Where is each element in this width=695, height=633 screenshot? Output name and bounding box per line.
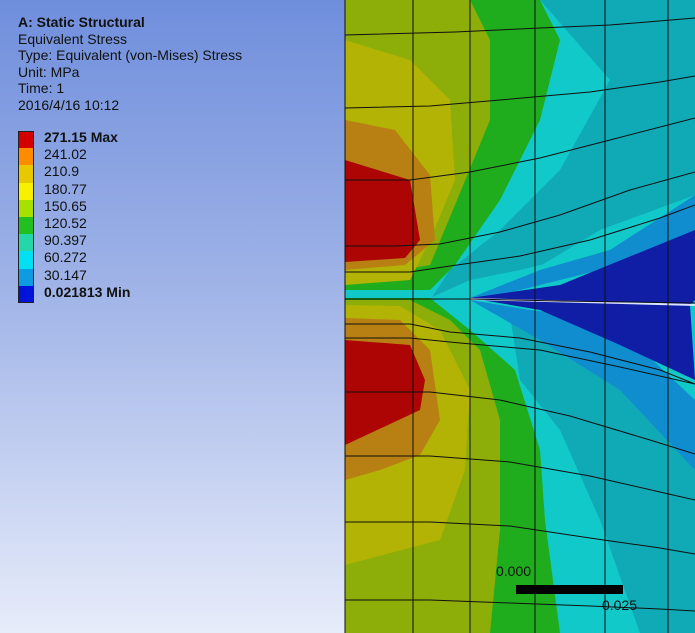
legend-row: 241.02: [18, 146, 87, 166]
legend-value-label: 210.9: [44, 163, 80, 180]
scale-end-label: 0.025: [602, 597, 638, 613]
result-unit: Unit: MPa: [18, 63, 80, 80]
legend-color-swatch: [18, 148, 34, 166]
legend-color-swatch: [18, 268, 34, 286]
legend-value-label: 30.147: [44, 266, 87, 283]
legend-color-swatch: [18, 131, 34, 149]
legend-row: 210.9: [18, 163, 79, 183]
legend-value-label: 180.77: [44, 180, 87, 197]
legend-value-label: 241.02: [44, 146, 87, 163]
legend-value-label: 271.15 Max: [44, 129, 118, 145]
graphics-viewport[interactable]: A: Static Structural Equivalent Stress T…: [0, 0, 695, 633]
analysis-title: A: Static Structural: [18, 14, 145, 30]
legend-color-swatch: [18, 216, 34, 235]
legend-row: 180.77: [18, 181, 87, 200]
contour-legend[interactable]: 271.15 Max 241.02 210.9 180.77 150.65 120.52 9…: [18, 129, 130, 303]
result-time: Time: 1: [18, 80, 65, 96]
result-name: Equivalent Stress: [18, 30, 127, 47]
result-date: 2016/4/16 10:12: [18, 96, 120, 113]
scale-start-label: 0.000: [496, 563, 532, 579]
legend-color-swatch: [18, 285, 34, 303]
scale-bar-filled: [516, 585, 623, 594]
legend-value-label: 90.397: [44, 232, 87, 249]
legend-color-swatch: [18, 165, 34, 183]
result-type: Type: Equivalent (von-Mises) Stress: [18, 47, 243, 63]
legend-row: 30.147: [18, 267, 87, 286]
legend-value-label: 120.52: [44, 214, 87, 231]
legend-value-label: 60.272: [44, 249, 87, 266]
legend-row: 150.65: [18, 198, 87, 217]
legend-row: 0.021813 Min: [18, 284, 130, 303]
legend-value-label: 150.65: [44, 197, 87, 214]
legend-color-swatch: [18, 182, 34, 200]
legend-color-swatch: [18, 199, 34, 217]
result-info-panel: A: Static Structural Equivalent Stress T…: [18, 14, 242, 113]
legend-color-swatch: [18, 251, 34, 269]
scale-bar: 0.000 0.025: [493, 563, 653, 623]
legend-row: 271.15 Max: [18, 129, 118, 149]
legend-value-label: 0.021813 Min: [44, 283, 131, 300]
legend-row: 120.52: [18, 215, 87, 235]
legend-row: 60.272: [18, 249, 87, 269]
legend-row: 90.397: [18, 232, 87, 252]
legend-color-swatch: [18, 234, 34, 252]
